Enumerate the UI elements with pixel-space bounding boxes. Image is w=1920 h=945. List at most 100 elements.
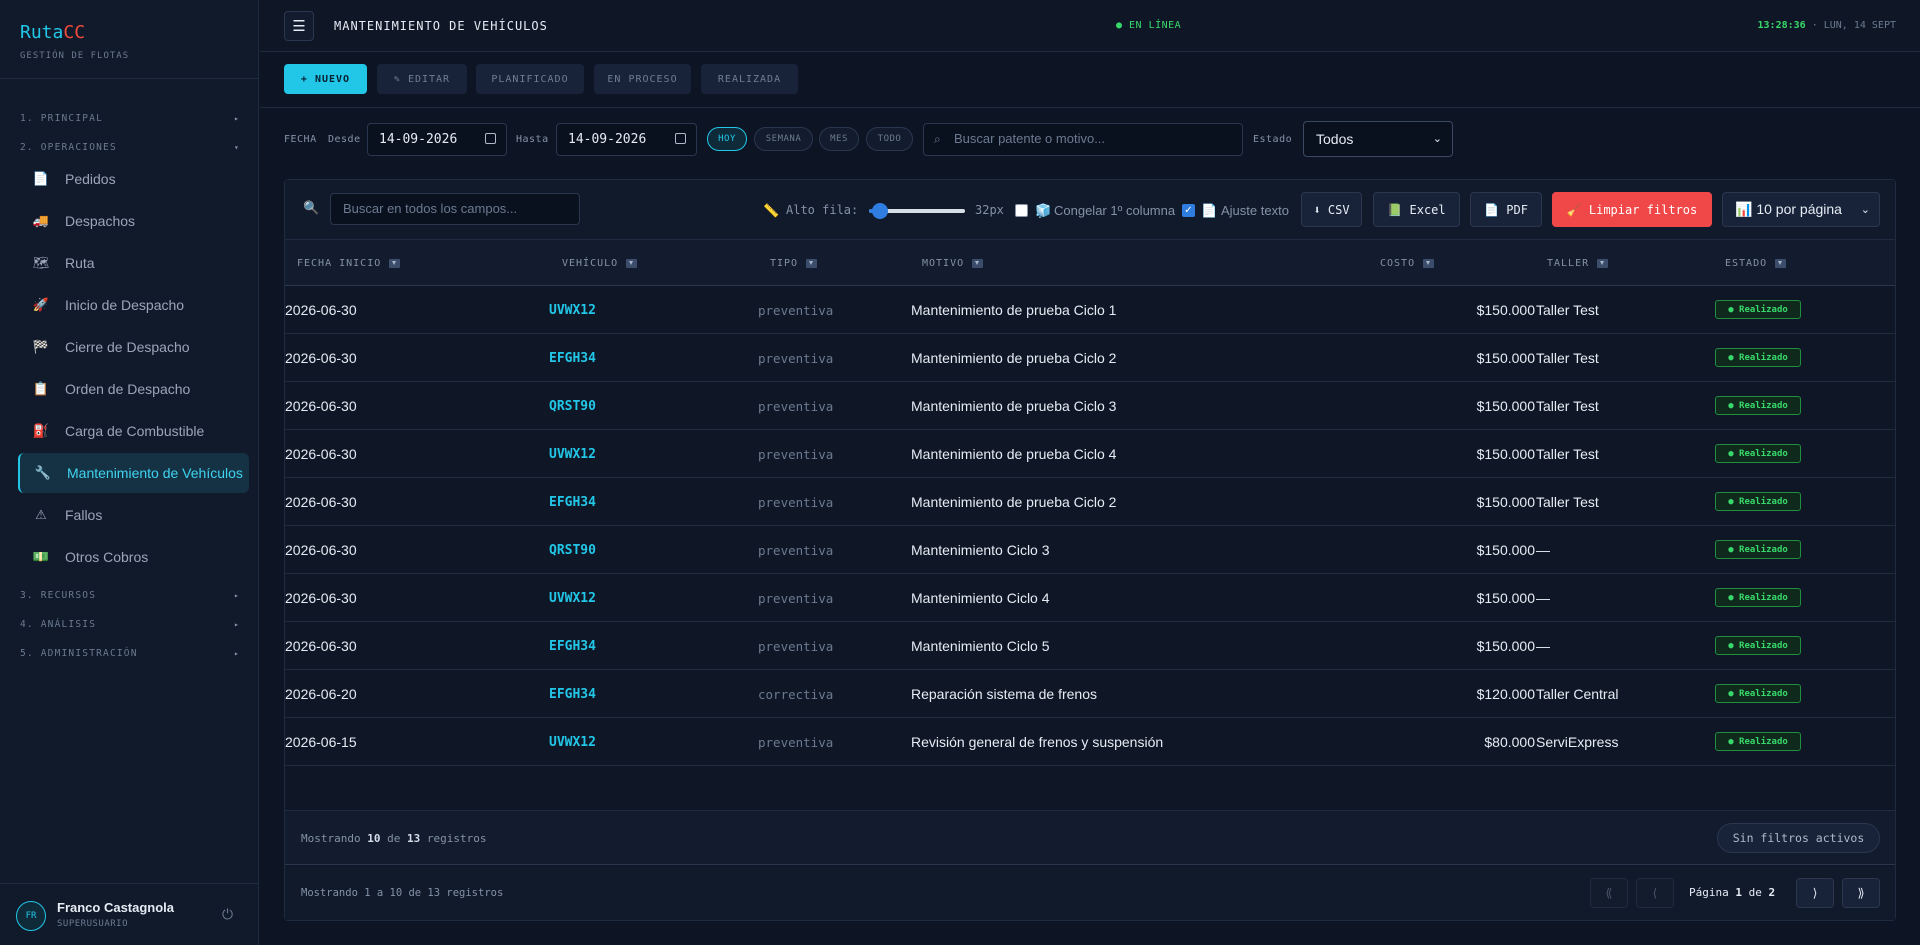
slider-handle[interactable]	[872, 203, 888, 219]
cell-fecha: 2026-06-30	[285, 494, 357, 510]
chevron-right-icon: ▸	[233, 113, 240, 123]
cell-tipo: preventiva	[758, 399, 834, 414]
clipboard-icon: 📋	[32, 381, 50, 396]
section-principal[interactable]: 1. PRINCIPAL ▸	[20, 110, 240, 126]
header-fecha-inicio[interactable]: FECHA INICIO	[297, 258, 401, 269]
plate-search: ⌕	[923, 123, 1243, 156]
date-from-input[interactable]: 14-09-2026	[367, 123, 507, 156]
filter-dropdown-icon[interactable]	[1423, 259, 1435, 268]
table-row[interactable]: 2026-06-20 EFGH34 correctiva Reparación sis…	[285, 670, 1895, 718]
avatar[interactable]: FR	[16, 901, 46, 931]
excel-button[interactable]: 📗 Excel	[1373, 192, 1460, 227]
filter-dropdown-icon[interactable]	[1775, 259, 1787, 268]
section-operaciones[interactable]: 2. OPERACIONES ▾	[20, 139, 240, 155]
filter-dropdown-icon[interactable]	[1597, 259, 1609, 268]
menu-icon[interactable]: ☰	[284, 11, 314, 41]
cell-tipo: preventiva	[758, 543, 834, 558]
sidebar-item-mantenimiento[interactable]: 🔧 Mantenimiento de Vehículos	[18, 453, 249, 493]
filter-dropdown-icon[interactable]	[972, 259, 984, 268]
planned-button[interactable]: PLANIFICADO	[476, 64, 584, 94]
edit-button[interactable]: ✎ EDITAR	[377, 64, 467, 94]
pdf-button[interactable]: 📄 PDF	[1470, 192, 1542, 227]
cell-taller: —	[1536, 590, 1550, 606]
sidebar-item-orden-despacho[interactable]: 📋 Orden de Despacho	[18, 369, 249, 409]
csv-button[interactable]: ⬇ CSV	[1301, 192, 1362, 227]
sidebar-item-otros-cobros[interactable]: 💵 Otros Cobros	[18, 537, 249, 577]
table-toolbar: 🔍 📏 Alto fila: 32px 🧊 Congelar 1º column…	[285, 180, 1895, 240]
first-page-button[interactable]: ⟪	[1590, 878, 1628, 908]
wrap-checkbox[interactable]: ✓	[1182, 204, 1195, 217]
filter-dropdown-icon[interactable]	[626, 259, 638, 268]
header-vehiculo[interactable]: VEHÍCULO	[562, 258, 638, 269]
cell-tipo: preventiva	[758, 447, 834, 462]
quick-filter-todo[interactable]: TODO	[866, 127, 913, 151]
global-search-input[interactable]	[343, 201, 568, 216]
done-button[interactable]: REALIZADA	[701, 64, 798, 94]
search-icon: ⌕	[934, 132, 941, 146]
cell-tipo: preventiva	[758, 735, 834, 750]
user-panel: FR Franco Castagnola SUPERUSUARIO ⏻	[0, 883, 259, 945]
section-analisis[interactable]: 4. ANÁLISIS ▸	[20, 616, 240, 632]
divider	[260, 107, 1920, 108]
warning-icon: ⚠	[35, 507, 47, 522]
status-badge: ● Realizado	[1715, 444, 1801, 463]
sidebar-item-despachos[interactable]: 🚚 Despachos	[18, 201, 249, 241]
in-process-button[interactable]: EN PROCESO	[594, 64, 691, 94]
cell-costo: $150.000	[1476, 398, 1535, 414]
user-role: SUPERUSUARIO	[57, 919, 129, 929]
section-recursos[interactable]: 3. RECURSOS ▸	[20, 587, 240, 603]
freeze-checkbox[interactable]	[1015, 204, 1028, 217]
table-row[interactable]: 2026-06-15 UVWX12 preventiva Revisión gener…	[285, 718, 1895, 766]
table-row[interactable]: 2026-06-30 EFGH34 preventiva Mantenimiento …	[285, 334, 1895, 382]
sidebar-item-fallos[interactable]: ⚠ Fallos	[18, 495, 249, 535]
quick-filter-semana[interactable]: SEMANA	[754, 127, 813, 151]
header-costo[interactable]: COSTO	[1380, 258, 1435, 269]
table-row[interactable]: 2026-06-30 QRST90 preventiva Mantenimiento …	[285, 382, 1895, 430]
row-height-value: 32px	[975, 203, 1004, 217]
cell-motivo: Mantenimiento de prueba Ciclo 2	[911, 494, 1117, 510]
header-taller[interactable]: TALLER	[1547, 258, 1609, 269]
row-height-label: Alto fila:	[786, 203, 859, 217]
table-row[interactable]: 2026-06-30 UVWX12 preventiva Mantenimiento …	[285, 430, 1895, 478]
table-row[interactable]: 2026-06-30 UVWX12 preventiva Mantenimiento …	[285, 574, 1895, 622]
sidebar-item-pedidos[interactable]: 📄 Pedidos	[18, 159, 249, 199]
sidebar-item-ruta[interactable]: 🗺 Ruta	[18, 243, 249, 283]
plate-search-input[interactable]	[954, 131, 1234, 146]
quick-filter-hoy[interactable]: HOY	[707, 127, 747, 151]
cell-fecha: 2026-06-30	[285, 446, 357, 462]
header-estado[interactable]: ESTADO	[1725, 258, 1787, 269]
prev-page-button[interactable]: ⟨	[1636, 878, 1674, 908]
sidebar-item-cierre-despacho[interactable]: 🏁 Cierre de Despacho	[18, 327, 249, 367]
cell-taller: Taller Test	[1536, 446, 1599, 462]
sidebar-item-carga-combustible[interactable]: ⛽ Carga de Combustible	[18, 411, 249, 451]
table-row[interactable]: 2026-06-30 EFGH34 preventiva Mantenimiento …	[285, 622, 1895, 670]
estado-select[interactable]: Todos ⌄	[1303, 121, 1453, 157]
header-tipo[interactable]: TIPO	[770, 258, 818, 269]
table-row[interactable]: 2026-06-30 EFGH34 preventiva Mantenimiento …	[285, 478, 1895, 526]
new-button[interactable]: + NUEVO	[284, 64, 367, 94]
table-row[interactable]: 2026-06-30 QRST90 preventiva Mantenimiento …	[285, 526, 1895, 574]
date-to-input[interactable]: 14-09-2026	[556, 123, 697, 156]
section-administracion[interactable]: 5. ADMINISTRACIÓN ▸	[20, 645, 240, 661]
quick-filter-mes[interactable]: MES	[819, 127, 859, 151]
estado-label: Estado	[1253, 134, 1293, 145]
header-motivo[interactable]: MOTIVO	[922, 258, 984, 269]
clear-filters-button[interactable]: 🧹 Limpiar filtros	[1552, 192, 1712, 227]
row-height-slider[interactable]	[869, 203, 965, 219]
cell-taller: Taller Test	[1536, 350, 1599, 366]
last-page-button[interactable]: ⟫	[1842, 878, 1880, 908]
per-page-select[interactable]: 📊 10 por página ⌄	[1722, 192, 1880, 227]
cell-vehiculo: EFGH34	[549, 687, 596, 702]
cell-tipo: preventiva	[758, 303, 834, 318]
cell-vehiculo: EFGH34	[549, 495, 596, 510]
filter-dropdown-icon[interactable]	[806, 259, 818, 268]
wrap-label: Ajuste texto	[1221, 203, 1289, 218]
filter-dropdown-icon[interactable]	[389, 259, 401, 268]
sidebar-item-inicio-despacho[interactable]: 🚀 Inicio de Despacho	[18, 285, 249, 325]
brand-logo[interactable]: RutaCC	[20, 22, 85, 43]
cell-fecha: 2026-06-30	[285, 398, 357, 414]
table-row[interactable]: 2026-06-30 UVWX12 preventiva Mantenimiento …	[285, 286, 1895, 334]
power-icon[interactable]: ⏻	[222, 906, 233, 923]
chevron-down-icon: ⌄	[1860, 204, 1870, 216]
next-page-button[interactable]: ⟩	[1796, 878, 1834, 908]
